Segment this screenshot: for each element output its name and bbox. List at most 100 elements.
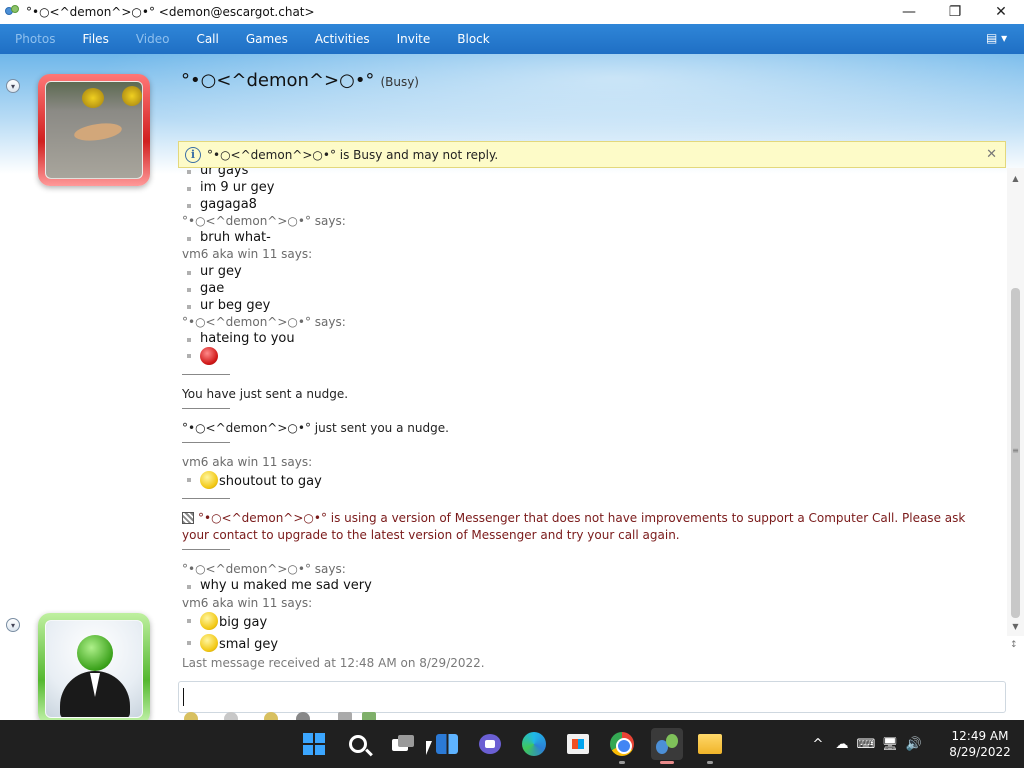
collapse-my-picture-icon[interactable]: ▾: [6, 618, 20, 632]
message-text: smal gey: [219, 637, 279, 652]
message: shoutout to gay: [182, 471, 322, 489]
messenger-icon: [654, 732, 680, 756]
scroll-up-icon[interactable]: ▲: [1007, 170, 1024, 186]
window-title: °•○<^demon^>○•° <demon@escargot.chat>: [26, 5, 315, 19]
message: gagaga8: [182, 197, 257, 212]
volume-icon[interactable]: 🔊: [902, 732, 926, 756]
search-button[interactable]: [342, 728, 374, 760]
edge-icon: [522, 732, 546, 756]
task-view-button[interactable]: [387, 728, 419, 760]
keyboard-icon[interactable]: ⌨: [854, 732, 878, 756]
message-text: big gay: [219, 615, 268, 630]
message-text: shoutout to gay: [219, 474, 322, 489]
search-icon: [349, 735, 367, 753]
mouse-cursor-icon: [426, 741, 432, 755]
chrome-icon: [610, 732, 634, 756]
network-icon[interactable]: 🖥: [878, 732, 902, 756]
chat-button[interactable]: [474, 728, 506, 760]
busy-info-bar: i °•○<^demon^>○•° is Busy and may not re…: [178, 141, 1006, 168]
call-unsupported-warning: °•○<^demon^>○•° is using a version of Me…: [182, 510, 982, 544]
teams-chat-icon: [479, 734, 501, 754]
sender-line: °•○<^demon^>○•° says:: [182, 315, 346, 329]
sender-line: vm6 aka win 11 says:: [182, 247, 313, 261]
menu-files[interactable]: Files: [82, 32, 108, 46]
edge-button[interactable]: [518, 728, 550, 760]
contact-avatar-frame[interactable]: [38, 74, 150, 186]
close-button[interactable]: ✕: [978, 0, 1024, 24]
menu-options-icon[interactable]: ▤ ▾: [986, 31, 1012, 47]
my-avatar-frame[interactable]: [38, 613, 150, 725]
conversation-scrollbar[interactable]: ▲ ≡ ▼: [1007, 168, 1024, 636]
start-button[interactable]: [298, 728, 330, 760]
maximize-button[interactable]: ❐: [932, 0, 978, 24]
collapse-contact-picture-icon[interactable]: ▾: [6, 79, 20, 93]
emoticon-picker-icon[interactable]: [184, 712, 198, 720]
separator: [182, 442, 230, 443]
warning-text: °•○<^demon^>○•° is using a version of Me…: [182, 511, 966, 542]
onedrive-icon[interactable]: ☁: [830, 732, 854, 756]
contact-display-name: °•○<^demon^>○•°: [181, 70, 375, 91]
nudge-icon[interactable]: [264, 712, 278, 720]
store-button[interactable]: [562, 728, 594, 760]
font-icon[interactable]: [338, 712, 352, 720]
pane-resize-icon[interactable]: ↕: [1010, 640, 1020, 652]
sender-line: vm6 aka win 11 says:: [182, 596, 313, 610]
message: smal gey: [182, 634, 278, 652]
title-bar: °•○<^demon^>○•° <demon@escargot.chat> — …: [0, 0, 1024, 24]
contact-name: °•○<^demon^>○•° (Busy): [181, 70, 419, 91]
store-icon: [567, 734, 589, 754]
formatting-toolbar: [178, 712, 1006, 720]
busy-info-text: °•○<^demon^>○•° is Busy and may not repl…: [207, 147, 499, 162]
message-input[interactable]: [178, 681, 1006, 713]
menu-call[interactable]: Call: [196, 32, 218, 46]
message: big gay: [182, 612, 267, 630]
chrome-button[interactable]: [606, 728, 638, 764]
scroll-down-icon[interactable]: ▼: [1007, 618, 1024, 634]
warning-icon: [182, 512, 194, 524]
wink-picker-icon[interactable]: [224, 712, 238, 720]
show-hidden-icons[interactable]: ^: [806, 732, 830, 756]
text-caret: [183, 688, 184, 706]
taskbar-clock[interactable]: 12:49 AM 8/29/2022: [940, 728, 1020, 760]
smile-emoticon-icon: [200, 471, 218, 489]
voice-clip-icon[interactable]: [296, 712, 310, 720]
file-explorer-button[interactable]: [694, 728, 726, 764]
folder-icon: [698, 734, 722, 754]
sender-line: °•○<^demon^>○•° says:: [182, 214, 346, 228]
message: gae: [182, 281, 224, 296]
conversation-menu-bar: Photos Files Video Call Games Activities…: [0, 24, 1024, 54]
widgets-icon: [436, 734, 458, 754]
background-icon[interactable]: [362, 712, 376, 720]
menu-activities[interactable]: Activities: [315, 32, 370, 46]
task-view-icon: [392, 735, 414, 753]
clock-date: 8/29/2022: [949, 745, 1011, 759]
nudge-sent-notice: You have just sent a nudge.: [182, 387, 349, 401]
nudge-received-notice: °•○<^demon^>○•° just sent you a nudge.: [182, 421, 449, 435]
angry-emoticon-icon: [200, 347, 218, 365]
windows-logo-icon: [303, 733, 325, 755]
sender-line: vm6 aka win 11 says:: [182, 455, 313, 469]
messenger-taskbar-button[interactable]: [651, 728, 683, 764]
last-message-timestamp: Last message received at 12:48 AM on 8/2…: [182, 656, 485, 670]
message: ur gey: [182, 264, 242, 279]
conversation-history[interactable]: ur gays im 9 ur gey gagaga8 °•○<^demon^>…: [178, 168, 1006, 676]
menu-games[interactable]: Games: [246, 32, 288, 46]
messenger-app-icon: [4, 4, 20, 20]
separator: [182, 549, 230, 550]
menu-block[interactable]: Block: [457, 32, 489, 46]
smile-emoticon-icon: [200, 612, 218, 630]
system-tray: ^ ☁ ⌨ 🖥 🔊: [806, 720, 926, 768]
minimize-button[interactable]: —: [886, 0, 932, 24]
menu-invite[interactable]: Invite: [397, 32, 431, 46]
contact-avatar: [45, 81, 143, 179]
separator: [182, 374, 230, 375]
menu-photos: Photos: [15, 32, 56, 46]
menu-video: Video: [135, 32, 170, 46]
separator: [182, 498, 230, 499]
sender-line: °•○<^demon^>○•° says:: [182, 562, 346, 576]
smile-emoticon-icon: [200, 634, 218, 652]
infobar-close-icon[interactable]: ✕: [986, 147, 997, 162]
message: bruh what-: [182, 230, 271, 245]
my-avatar: [45, 620, 143, 718]
widgets-button[interactable]: [431, 728, 463, 760]
